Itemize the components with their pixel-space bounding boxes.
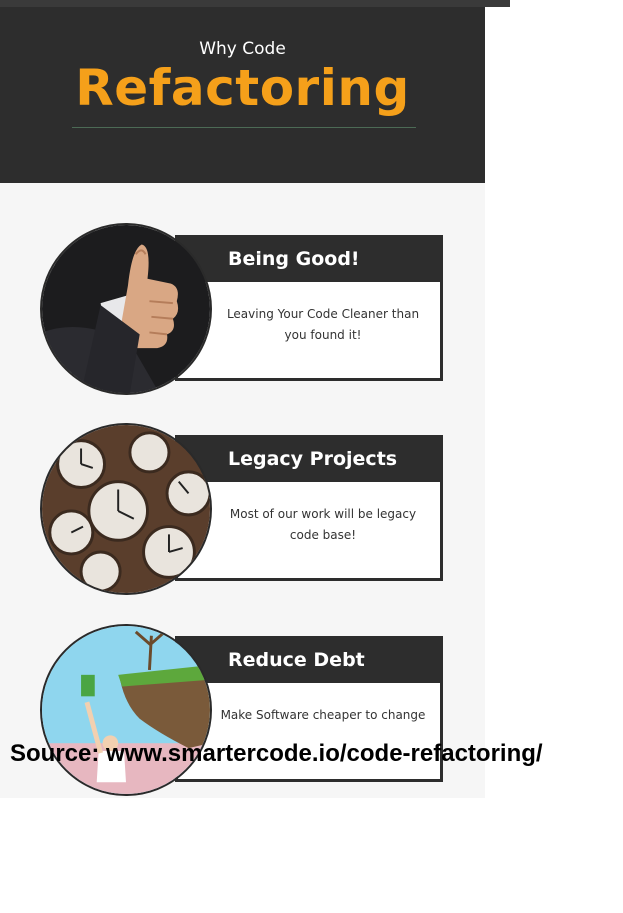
header-title: Refactoring: [75, 59, 410, 117]
card-header: Reduce Debt: [178, 639, 440, 683]
card-header: Being Good!: [178, 238, 440, 282]
card-reduce-debt: Reduce Debt Make Software cheaper to cha…: [0, 624, 485, 799]
card-header: Legacy Projects: [178, 438, 440, 482]
card-description: Most of our work will be legacy code bas…: [229, 507, 417, 542]
card-legacy-projects: Legacy Projects Most of our work will be…: [0, 423, 485, 598]
source-caption: Source: www.smartercode.io/code-refactor…: [10, 740, 543, 767]
card-title: Being Good!: [228, 248, 360, 270]
infographic: Why Code Refactoring Being Good! Leaving…: [0, 7, 485, 798]
card-title: Legacy Projects: [228, 448, 398, 470]
card-description: Make Software cheaper to change: [220, 708, 426, 722]
card-being-good: Being Good! Leaving Your Code Cleaner th…: [0, 223, 485, 398]
thumbs-up-photo-icon: [40, 223, 212, 395]
card-description: Leaving Your Code Cleaner than you found…: [226, 307, 420, 342]
cliff-illustration-icon: [40, 624, 212, 796]
card-box: Legacy Projects Most of our work will be…: [175, 435, 443, 581]
infographic-header: Why Code Refactoring: [0, 7, 485, 183]
header-subtitle: Why Code: [199, 39, 286, 59]
card-title: Reduce Debt: [228, 649, 365, 671]
card-box: Being Good! Leaving Your Code Cleaner th…: [175, 235, 443, 381]
header-divider: [72, 127, 416, 128]
clocks-photo-icon: [40, 423, 212, 595]
top-bar: [0, 0, 510, 7]
